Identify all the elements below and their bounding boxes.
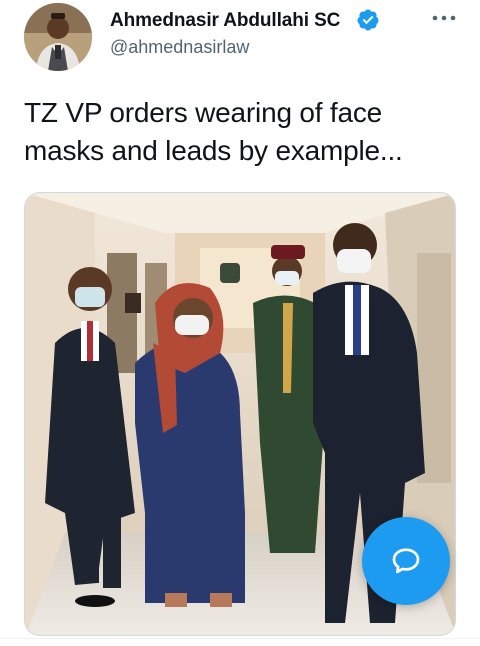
avatar[interactable]	[24, 3, 92, 71]
more-horizontal-icon[interactable]	[432, 12, 456, 24]
compose-button[interactable]	[362, 517, 450, 605]
user-handle[interactable]: @ahmednasirlaw	[110, 37, 249, 58]
tweet-header: Ahmednasir Abdullahi SC @ahmednasirlaw	[0, 0, 480, 80]
divider	[0, 638, 480, 639]
tweet-text: TZ VP orders wearing of face masks and l…	[24, 97, 403, 166]
avatar-photo	[24, 3, 92, 71]
verified-badge-icon	[357, 9, 379, 31]
display-name[interactable]: Ahmednasir Abdullahi SC	[110, 10, 340, 32]
compose-reply-icon	[392, 548, 420, 574]
